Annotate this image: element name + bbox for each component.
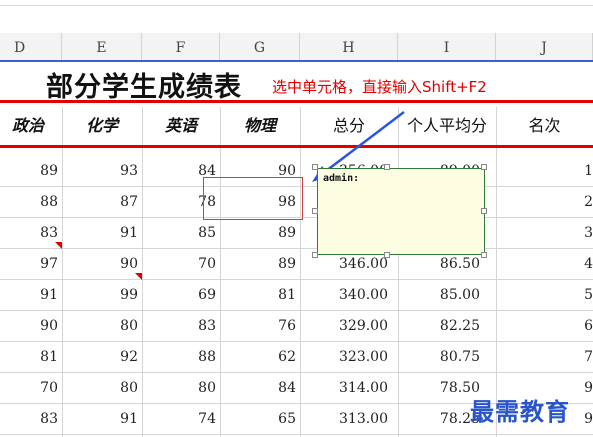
header-underline bbox=[0, 145, 593, 148]
cell-average[interactable]: 82.25 bbox=[398, 311, 496, 342]
cell-rank[interactable]: 6 bbox=[496, 311, 593, 342]
cell-average[interactable]: 80.75 bbox=[398, 342, 496, 373]
resize-handle[interactable] bbox=[312, 252, 318, 258]
selected-cell[interactable] bbox=[203, 177, 303, 220]
cell-politics[interactable]: 91 bbox=[0, 280, 62, 311]
cell-total[interactable]: 313.00 bbox=[300, 404, 398, 435]
cell-politics[interactable]: 83 bbox=[0, 404, 62, 435]
comment-box[interactable]: admin: bbox=[317, 168, 485, 255]
header-physics[interactable]: 物理 bbox=[220, 107, 300, 145]
cell-rank[interactable]: 7 bbox=[496, 342, 593, 373]
cell-rank[interactable]: 1 bbox=[496, 156, 593, 187]
instruction-annotation: 选中单元格，直接输入Shift+F2 bbox=[272, 78, 487, 96]
column-header-f[interactable]: F bbox=[142, 33, 220, 61]
cell-chemistry[interactable]: 93 bbox=[62, 156, 142, 187]
cell-total[interactable]: 329.00 bbox=[300, 311, 398, 342]
cell-english[interactable]: 74 bbox=[142, 404, 220, 435]
header-average[interactable]: 个人平均分 bbox=[398, 107, 496, 145]
sheet-title: 部分学生成绩表 bbox=[46, 72, 242, 103]
title-underline bbox=[0, 100, 593, 103]
cell-english[interactable]: 69 bbox=[142, 280, 220, 311]
header-politics[interactable]: 政治 bbox=[0, 107, 62, 145]
cell-chemistry[interactable]: 87 bbox=[62, 187, 142, 218]
toolbar-divider bbox=[0, 5, 593, 6]
cell-physics[interactable]: 89 bbox=[220, 249, 300, 280]
table-row: 90 80 83 76 329.00 82.25 6 bbox=[0, 311, 593, 342]
header-rank[interactable]: 名次 bbox=[496, 107, 593, 145]
column-header-e[interactable]: E bbox=[62, 33, 142, 61]
cell-rank[interactable]: 2 bbox=[496, 187, 593, 218]
cell-average[interactable]: 85.00 bbox=[398, 280, 496, 311]
cell-physics[interactable]: 84 bbox=[220, 373, 300, 404]
cell-rank[interactable]: 5 bbox=[496, 280, 593, 311]
cell-english[interactable]: 83 bbox=[142, 311, 220, 342]
resize-handle[interactable] bbox=[481, 208, 487, 214]
cell-chemistry[interactable]: 80 bbox=[62, 311, 142, 342]
comment-indicator[interactable] bbox=[55, 242, 62, 249]
resize-handle[interactable] bbox=[384, 164, 390, 170]
cell-politics[interactable]: 97 bbox=[0, 249, 62, 280]
resize-handle[interactable] bbox=[312, 164, 318, 170]
cell-rank[interactable]: 3 bbox=[496, 218, 593, 249]
selection-indicator bbox=[0, 60, 593, 62]
cell-chemistry[interactable]: 91 bbox=[62, 218, 142, 249]
column-header-g[interactable]: G bbox=[220, 33, 300, 61]
cell-physics[interactable]: 76 bbox=[220, 311, 300, 342]
header-english[interactable]: 英语 bbox=[142, 107, 220, 145]
cell-chemistry[interactable]: 91 bbox=[62, 404, 142, 435]
cell-physics[interactable]: 81 bbox=[220, 280, 300, 311]
cell-politics[interactable]: 88 bbox=[0, 187, 62, 218]
header-chemistry[interactable]: 化学 bbox=[62, 107, 142, 145]
cell-chemistry[interactable]: 90 bbox=[62, 249, 142, 280]
resize-handle[interactable] bbox=[384, 252, 390, 258]
table-row: 83918589003 bbox=[0, 218, 593, 249]
cell-total[interactable]: 340.00 bbox=[300, 280, 398, 311]
cell-rank[interactable]: 4 bbox=[496, 249, 593, 280]
cell-politics[interactable]: 83 bbox=[0, 218, 62, 249]
cell-physics[interactable]: 89 bbox=[220, 218, 300, 249]
column-header-i[interactable]: I bbox=[398, 33, 496, 61]
cell-chemistry[interactable]: 99 bbox=[62, 280, 142, 311]
cell-politics[interactable]: 90 bbox=[0, 311, 62, 342]
cell-politics[interactable]: 81 bbox=[0, 342, 62, 373]
resize-handle[interactable] bbox=[312, 208, 318, 214]
cell-english[interactable]: 85 bbox=[142, 218, 220, 249]
cell-english[interactable]: 70 bbox=[142, 249, 220, 280]
cell-english[interactable]: 80 bbox=[142, 373, 220, 404]
cell-english[interactable]: 88 bbox=[142, 342, 220, 373]
column-header-row: D E F G H I J bbox=[0, 33, 593, 62]
cell-total[interactable]: 323.00 bbox=[300, 342, 398, 373]
comment-indicator[interactable] bbox=[135, 273, 142, 280]
column-header-j[interactable]: J bbox=[496, 33, 593, 61]
comment-author: admin: bbox=[323, 173, 360, 184]
table-row: 97 90 70 89 346.00 86.50 4 bbox=[0, 249, 593, 280]
column-header-d[interactable]: D bbox=[0, 33, 62, 61]
resize-handle[interactable] bbox=[481, 164, 487, 170]
cell-politics[interactable]: 70 bbox=[0, 373, 62, 404]
watermark-logo: 最需教育 bbox=[470, 398, 570, 426]
cell-physics[interactable]: 62 bbox=[220, 342, 300, 373]
resize-handle[interactable] bbox=[481, 252, 487, 258]
table-row: 81 92 88 62 323.00 80.75 7 bbox=[0, 342, 593, 373]
cell-chemistry[interactable]: 92 bbox=[62, 342, 142, 373]
cell-chemistry[interactable]: 80 bbox=[62, 373, 142, 404]
table-row: 91 99 69 81 340.00 85.00 5 bbox=[0, 280, 593, 311]
cell-physics[interactable]: 65 bbox=[220, 404, 300, 435]
cell-politics[interactable]: 89 bbox=[0, 156, 62, 187]
cell-total[interactable]: 314.00 bbox=[300, 373, 398, 404]
column-header-h[interactable]: H bbox=[300, 33, 398, 61]
